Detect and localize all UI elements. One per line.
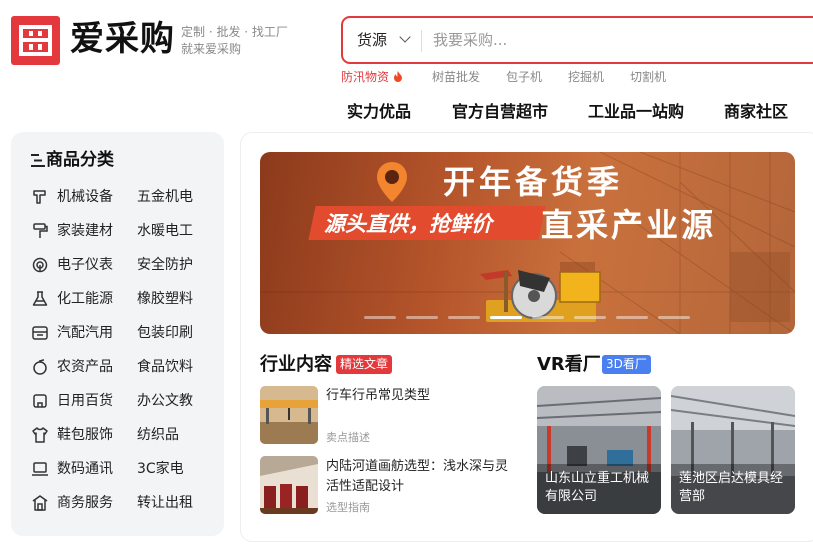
category-link[interactable]: 食品饮料: [137, 357, 193, 377]
category-link[interactable]: 水暖电工: [137, 221, 193, 241]
featured-articles-badge: 精选文章: [336, 355, 393, 374]
category-link[interactable]: 橡胶塑料: [137, 289, 193, 309]
carousel-dot[interactable]: [616, 316, 648, 319]
carousel-dot[interactable]: [658, 316, 690, 319]
bag-icon: [33, 394, 47, 408]
article-title[interactable]: 行车行吊常见类型: [326, 386, 516, 406]
vr-section-title: VR看厂: [537, 354, 601, 375]
category-link[interactable]: 转让出租: [137, 493, 193, 513]
carousel-dot[interactable]: [448, 316, 480, 319]
category-title: 商品分类: [46, 150, 114, 170]
category-link[interactable]: 纺织品: [137, 425, 179, 445]
power-tools-icon: [480, 270, 601, 322]
carousel-dot[interactable]: [574, 316, 606, 319]
category-link[interactable]: 汽配汽用: [57, 323, 113, 343]
nav-link-strength-products[interactable]: 实力优品: [347, 101, 411, 123]
article-title[interactable]: 内陆河道画舫选型：浅水深与灵活性适配设计: [326, 457, 516, 497]
paint-roller-icon: [33, 223, 48, 238]
industry-section-title: 行业内容: [260, 354, 332, 375]
hot-keyword-link[interactable]: 切割机: [630, 69, 666, 85]
article-thumbnail[interactable]: [260, 386, 318, 444]
category-link[interactable]: 数码通讯: [57, 459, 113, 479]
search-category-select[interactable]: 货源: [357, 30, 387, 50]
hot-keyword-link[interactable]: 树苗批发: [432, 69, 480, 85]
banner-tag-text: 源头直供，抢鲜价: [324, 212, 492, 236]
category-link[interactable]: 化工能源: [57, 289, 113, 309]
meter-icon: [32, 257, 48, 273]
banner-subtitle: 直采产业源: [541, 206, 717, 244]
shop-icon: [32, 495, 48, 511]
category-link[interactable]: 农资产品: [57, 357, 113, 377]
car-parts-icon: [32, 326, 48, 340]
article-tag: 选型指南: [326, 501, 370, 514]
nav-link-industrial-one-stop[interactable]: 工业品一站购: [588, 101, 684, 123]
hot-keyword-link[interactable]: 包子机: [506, 69, 542, 85]
vr-factory-card[interactable]: 莲池区启达模具经营部: [671, 386, 795, 514]
category-link[interactable]: 电子仪表: [57, 255, 113, 275]
banner-title: 开年备货季: [443, 163, 624, 201]
search-divider: [421, 30, 422, 52]
carousel-dot-active[interactable]: [490, 316, 522, 319]
article-thumbnail[interactable]: [260, 456, 318, 514]
vr-factory-name: 莲池区启达模具经营部: [679, 471, 784, 504]
category-link[interactable]: 安全防护: [137, 255, 193, 275]
category-link[interactable]: 包装印刷: [137, 323, 193, 343]
category-link[interactable]: 办公文教: [137, 391, 193, 411]
fruit-icon: [33, 359, 47, 375]
vr-factory-name: 山东山立重工机械有限公司: [545, 471, 650, 504]
vr-factory-card[interactable]: 山东山立重工机械有限公司: [537, 386, 661, 514]
hot-keyword-link[interactable]: 防汛物资: [341, 69, 403, 85]
fire-icon: [393, 71, 402, 82]
carousel-dot[interactable]: [532, 316, 564, 319]
brand-name[interactable]: 爱采购: [70, 17, 175, 61]
category-link[interactable]: 机械设备: [57, 187, 113, 207]
slogan-line-1: 定制 · 批发 · 找工厂: [181, 25, 288, 39]
category-link[interactable]: 家装建材: [57, 221, 113, 241]
carousel-dot[interactable]: [364, 316, 396, 319]
nav-link-merchant-community[interactable]: 商家社区: [724, 101, 788, 123]
logo-icon[interactable]: [11, 16, 60, 65]
shirt-icon: [32, 427, 48, 443]
machine-icon: [33, 190, 46, 204]
category-link[interactable]: 五金机电: [137, 187, 193, 207]
location-pin-icon: [377, 162, 407, 202]
category-link[interactable]: 商务服务: [57, 493, 113, 513]
search-bar: 货源: [341, 16, 813, 64]
hot-keyword-link[interactable]: 挖掘机: [568, 69, 604, 85]
search-input[interactable]: [433, 26, 733, 54]
chevron-down-icon[interactable]: [399, 31, 411, 43]
slogan-line-2: 就来爱采购: [181, 42, 242, 56]
brand-slogan: 定制 · 批发 · 找工厂 就来爱采购: [181, 24, 288, 58]
category-link[interactable]: 日用百货: [57, 391, 113, 411]
category-link[interactable]: 鞋包服饰: [57, 425, 113, 445]
vr-3d-badge: 3D看厂: [602, 355, 651, 374]
carousel-dot[interactable]: [406, 316, 438, 319]
category-link[interactable]: 3C家电: [137, 459, 184, 479]
menu-icon: [31, 154, 45, 167]
nav-link-official-store[interactable]: 官方自营超市: [452, 101, 548, 123]
laptop-icon: [32, 462, 48, 476]
article-tag: 卖点描述: [326, 431, 370, 444]
flask-icon: [32, 291, 48, 306]
